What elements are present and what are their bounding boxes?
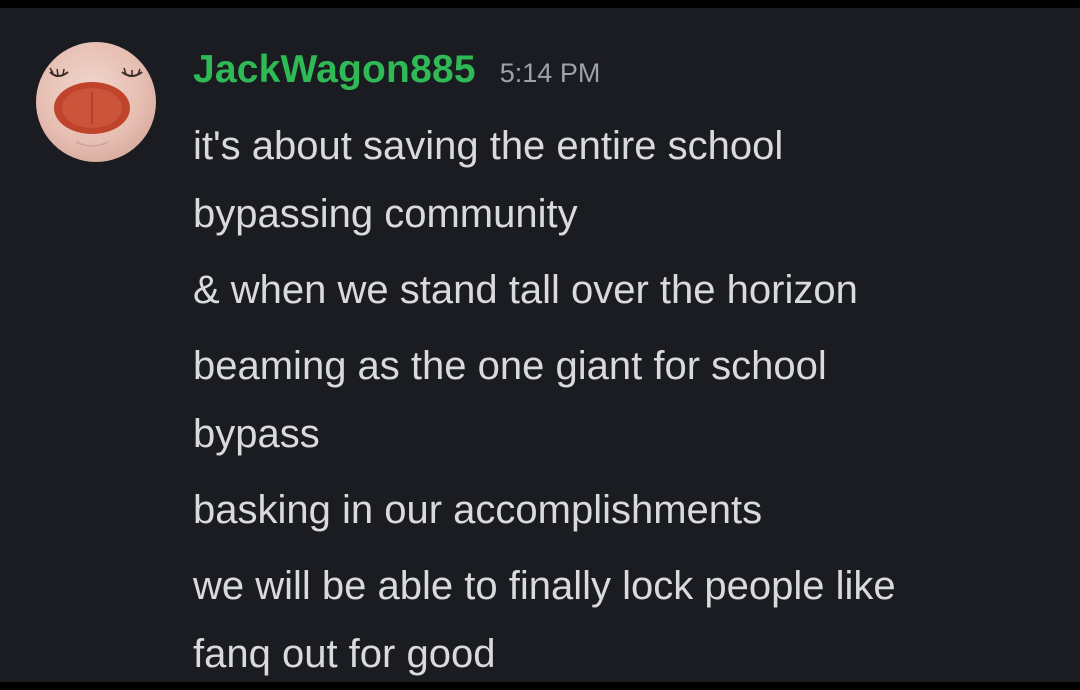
message-body: JackWagon885 5:14 PM it's about saving t… <box>193 48 1063 688</box>
message-header: JackWagon885 5:14 PM <box>193 48 1063 112</box>
message-line: fanq out for good <box>193 632 496 676</box>
message-line: bypassing community <box>193 192 578 236</box>
message-line: beaming as the one giant for school <box>193 344 827 388</box>
message-line: & when we stand tall over the horizon <box>193 268 858 312</box>
message-timestamp[interactable]: 5:14 PM <box>500 58 601 89</box>
message-lines: it's about saving the entire school bypa… <box>193 112 1063 688</box>
message-line: we will be able to finally lock people l… <box>193 564 896 608</box>
username[interactable]: JackWagon885 <box>193 48 476 92</box>
message-line: bypass <box>193 412 320 456</box>
user-avatar[interactable] <box>36 42 156 162</box>
message-line: basking in our accomplishments <box>193 488 763 532</box>
chat-message-panel: JackWagon885 5:14 PM it's about saving t… <box>0 8 1080 682</box>
message-line: it's about saving the entire school <box>193 124 784 168</box>
smiling-face-avatar-icon <box>49 67 143 147</box>
